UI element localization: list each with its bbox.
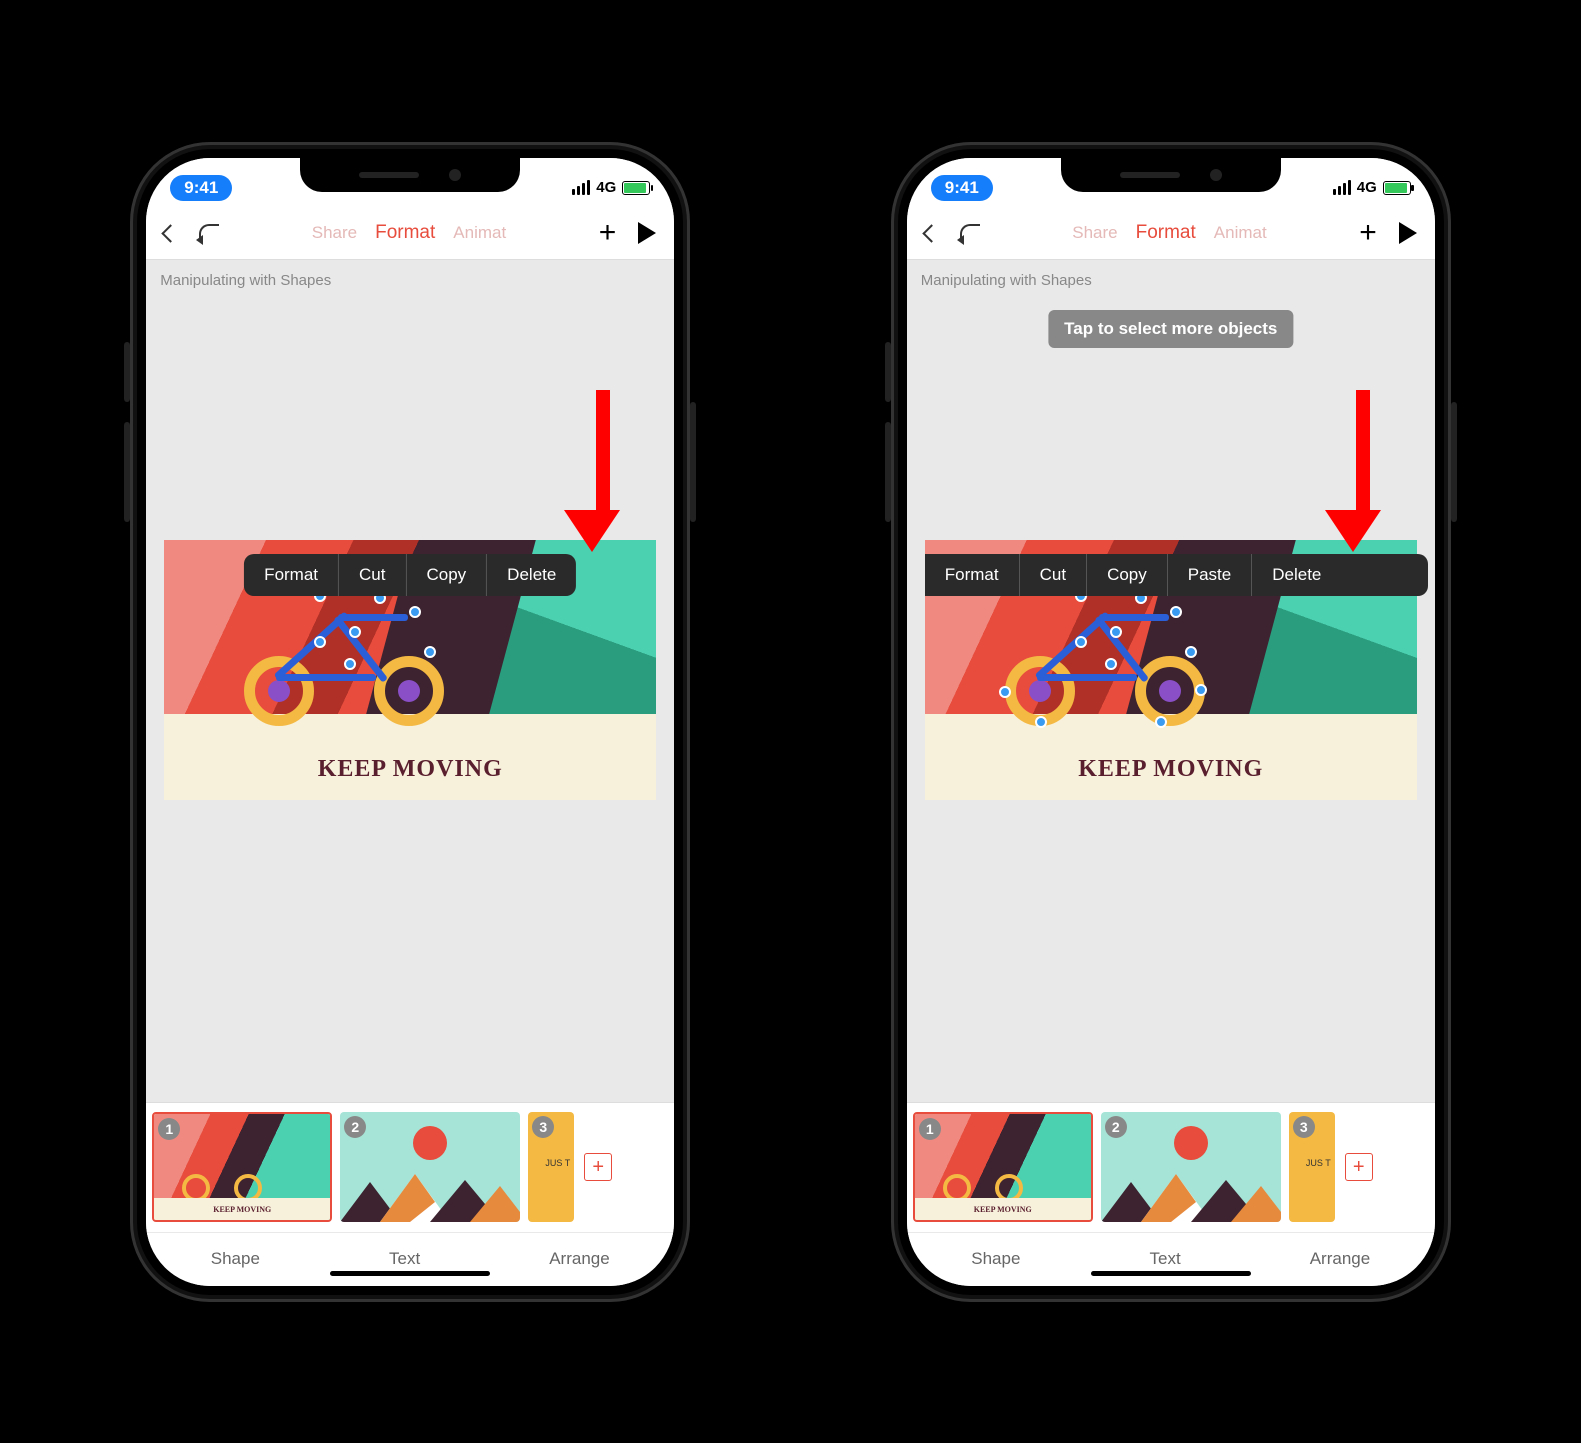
bb-arrange[interactable]: Arrange — [1310, 1249, 1370, 1269]
tab-animate[interactable]: Animat — [1214, 223, 1267, 243]
signal-icon — [572, 180, 590, 195]
network-label: 4G — [1357, 179, 1377, 196]
tab-format[interactable]: Format — [375, 222, 435, 244]
mountains-icon — [1101, 1162, 1281, 1222]
slide-caption: KEEP MOVING — [1078, 756, 1263, 783]
tab-share[interactable]: Share — [312, 223, 357, 243]
annotation-arrow-icon — [585, 390, 620, 552]
play-button[interactable] — [1399, 222, 1417, 244]
thumb1-caption: KEEP MOVING — [154, 1198, 330, 1220]
notch — [1061, 158, 1281, 192]
add-slide-button[interactable]: + — [584, 1153, 612, 1181]
top-toolbar: Share Format Animat + — [907, 208, 1435, 260]
top-toolbar: Share Format Animat + — [146, 208, 674, 260]
caption-band[interactable]: KEEP MOVING — [925, 740, 1417, 800]
cm-cut[interactable]: Cut — [1020, 554, 1087, 596]
phone-left: 9:41 4G Share Format Animat + M — [130, 142, 690, 1302]
caption-band[interactable]: KEEP MOVING — [164, 740, 656, 800]
bb-text[interactable]: Text — [389, 1249, 420, 1269]
slide-thumbnails[interactable]: 1 KEEP MOVING 2 3 JUS T + — [907, 1102, 1435, 1232]
tab-share[interactable]: Share — [1072, 223, 1117, 243]
cm-paste[interactable]: Paste — [1168, 554, 1252, 596]
status-right: 4G — [572, 179, 650, 196]
selection-tooltip[interactable]: Tap to select more objects — [1048, 310, 1293, 348]
thumb-num-3: 3 — [532, 1116, 554, 1138]
battery-icon — [622, 181, 650, 195]
context-menu: Format Cut Copy Paste Delete — [925, 554, 1428, 596]
back-button[interactable] — [164, 220, 177, 246]
cm-copy[interactable]: Copy — [1087, 554, 1168, 596]
tab-animate[interactable]: Animat — [453, 223, 506, 243]
thumbnail-2[interactable]: 2 — [340, 1112, 520, 1222]
bb-text[interactable]: Text — [1149, 1249, 1180, 1269]
home-indicator[interactable] — [330, 1271, 490, 1276]
cm-format[interactable]: Format — [925, 554, 1020, 596]
context-menu: Format Cut Copy Delete — [244, 554, 576, 596]
bicycle-shape[interactable] — [244, 596, 444, 726]
thumbnail-1[interactable]: 1 KEEP MOVING — [913, 1112, 1093, 1222]
canvas-area[interactable]: Manipulating with Shapes Tap to select m… — [907, 260, 1435, 1102]
cm-format[interactable]: Format — [244, 554, 339, 596]
bb-arrange[interactable]: Arrange — [549, 1249, 609, 1269]
network-label: 4G — [596, 179, 616, 196]
tab-format[interactable]: Format — [1136, 222, 1196, 244]
status-time: 9:41 — [170, 175, 232, 201]
thumbnail-2[interactable]: 2 — [1101, 1112, 1281, 1222]
add-slide-button[interactable]: + — [1345, 1153, 1373, 1181]
cm-cut[interactable]: Cut — [339, 554, 406, 596]
status-right: 4G — [1333, 179, 1411, 196]
cm-delete[interactable]: Delete — [1252, 554, 1341, 596]
thumbnail-3[interactable]: 3 JUS T — [1289, 1112, 1335, 1222]
thumb-num-1: 1 — [919, 1118, 941, 1140]
thumbnail-1[interactable]: 1 KEEP MOVING — [152, 1112, 332, 1222]
bb-shape[interactable]: Shape — [211, 1249, 260, 1269]
thumb-num-3: 3 — [1293, 1116, 1315, 1138]
screen-left: 9:41 4G Share Format Animat + M — [146, 158, 674, 1286]
mountains-icon — [340, 1162, 520, 1222]
canvas-area[interactable]: Manipulating with Shapes — [146, 260, 674, 1102]
thumb-num-2: 2 — [1105, 1116, 1127, 1138]
cm-copy[interactable]: Copy — [406, 554, 487, 596]
undo-button[interactable] — [960, 220, 980, 246]
thumbnail-3[interactable]: 3 JUS T — [528, 1112, 574, 1222]
undo-button[interactable] — [199, 220, 219, 246]
screen-right: 9:41 4G Share Format Animat + M — [907, 158, 1435, 1286]
add-button[interactable]: + — [1359, 216, 1377, 250]
phone-right: 9:41 4G Share Format Animat + M — [891, 142, 1451, 1302]
back-button[interactable] — [925, 220, 938, 246]
battery-icon — [1383, 181, 1411, 195]
thumb1-caption: KEEP MOVING — [915, 1198, 1091, 1220]
thumb3-text: JUS T — [545, 1158, 570, 1169]
play-button[interactable] — [638, 222, 656, 244]
slide-caption: KEEP MOVING — [318, 756, 503, 783]
bottom-bar: Shape Text Arrange — [146, 1232, 674, 1286]
thumb-num-2: 2 — [344, 1116, 366, 1138]
annotation-arrow-icon — [1346, 390, 1381, 552]
thumb3-text: JUS T — [1306, 1158, 1331, 1169]
slide-title-label: Manipulating with Shapes — [907, 272, 1435, 297]
slide-thumbnails[interactable]: 1 KEEP MOVING 2 3 JUS T + — [146, 1102, 674, 1232]
slide-title-label: Manipulating with Shapes — [146, 272, 674, 297]
signal-icon — [1333, 180, 1351, 195]
bicycle-shape[interactable] — [1005, 596, 1205, 726]
bb-shape[interactable]: Shape — [971, 1249, 1020, 1269]
cm-delete[interactable]: Delete — [487, 554, 576, 596]
status-time: 9:41 — [931, 175, 993, 201]
bottom-bar: Shape Text Arrange — [907, 1232, 1435, 1286]
add-button[interactable]: + — [599, 216, 617, 250]
home-indicator[interactable] — [1091, 1271, 1251, 1276]
notch — [300, 158, 520, 192]
